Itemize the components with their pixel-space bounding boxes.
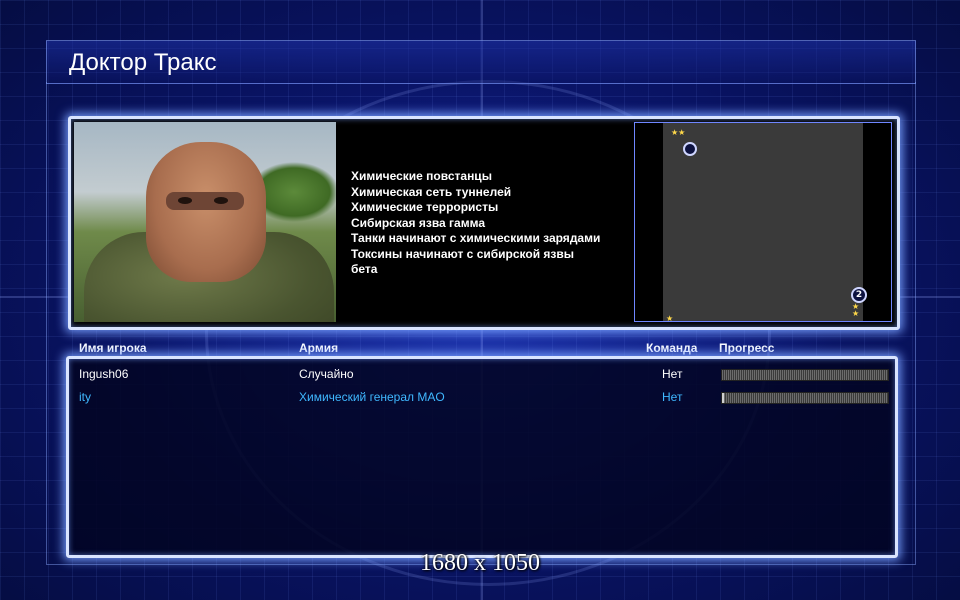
player-name: ity	[79, 390, 91, 404]
player-army: Случайно	[299, 367, 354, 381]
player-team: Нет	[662, 367, 683, 381]
player-progress-bar	[721, 369, 889, 381]
progress-fill	[722, 393, 724, 403]
general-description: Химические повстанцы Химическая сеть тун…	[351, 169, 651, 278]
description-line: Химическая сеть туннелей	[351, 184, 512, 199]
masked-general-portrait-icon	[74, 122, 336, 322]
player-army: Химический генерал MAO	[299, 390, 445, 404]
star-icon: ★★	[671, 128, 686, 137]
column-header-army: Армия	[299, 341, 339, 355]
resolution-watermark: 1680 x 1050	[420, 550, 540, 576]
description-line: Сибирская язва гамма	[351, 215, 485, 230]
general-briefing-panel: Химические повстанцы Химическая сеть тун…	[68, 116, 900, 330]
description-line: Танки начинают с химическими зарядами	[351, 231, 601, 245]
player-progress-bar	[721, 392, 889, 404]
loading-screen: Доктор Тракс Химические повстанцы Химиче…	[0, 0, 960, 600]
column-header-team: Команда	[646, 341, 698, 355]
minimap: ★★ 2 ★ ★ ★	[634, 122, 892, 323]
star-icon: ★	[666, 314, 674, 323]
star-icon: ★	[852, 309, 860, 318]
description-line: Токсины начинают с сибирской язвы	[351, 246, 575, 261]
title-bar: Доктор Тракс	[46, 40, 916, 84]
portrait-eye-right	[214, 197, 228, 204]
description-line: бета	[351, 262, 378, 276]
player-team: Нет	[662, 390, 683, 404]
player-list-panel: Ingush06 Случайно Нет ity Химический ген…	[66, 356, 898, 558]
player-start-1-icon	[683, 142, 697, 156]
column-header-progress: Прогресс	[719, 341, 775, 355]
portrait-eye-left	[178, 197, 192, 204]
portrait-head-scarf	[146, 142, 266, 282]
player-name: Ingush06	[79, 367, 129, 381]
column-header-player-name: Имя игрока	[79, 341, 147, 355]
description-line: Химические повстанцы	[351, 169, 492, 183]
minimap-terrain: ★★ 2 ★ ★ ★	[663, 123, 867, 323]
page-title: Доктор Тракс	[69, 49, 217, 76]
description-line: Химические террористы	[351, 200, 499, 214]
player-start-2-icon: 2	[851, 287, 867, 303]
